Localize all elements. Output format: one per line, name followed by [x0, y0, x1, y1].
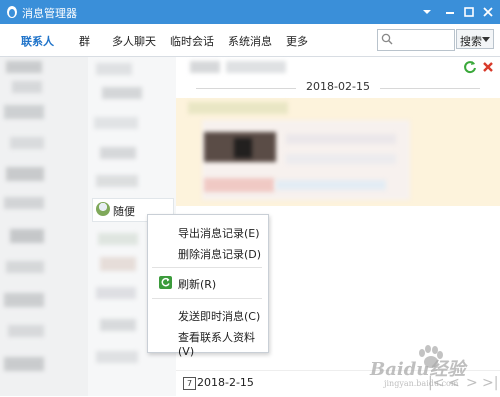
list-item[interactable] [4, 197, 44, 209]
search-box[interactable] [377, 29, 455, 51]
baidu-watermark: Baidu经验 jingyan.baidu.com [370, 345, 495, 391]
list-item[interactable] [6, 167, 44, 181]
list-item[interactable] [4, 293, 44, 307]
message-text-blur [204, 178, 274, 192]
search-button[interactable]: 搜索 [456, 29, 494, 49]
tab-more[interactable]: 更多 [286, 33, 308, 49]
list-item[interactable] [100, 257, 136, 271]
watermark-subtext: jingyan.baidu.com [384, 379, 459, 388]
image-thumb-blur [234, 138, 252, 158]
contact-header-blur [190, 61, 220, 73]
list-item[interactable] [96, 175, 138, 187]
qq-penguin-icon [7, 6, 17, 18]
tab-system-messages[interactable]: 系统消息 [228, 33, 272, 49]
message-content [176, 98, 500, 206]
list-item[interactable] [12, 81, 42, 93]
chevron-down-icon [482, 37, 490, 42]
footer-date: 2018-2-15 [197, 376, 254, 389]
message-text-blur [276, 180, 386, 190]
list-item[interactable] [98, 233, 138, 245]
contact-group-list[interactable] [0, 57, 88, 396]
tab-temp-session[interactable]: 临时会话 [170, 33, 214, 49]
list-item[interactable] [10, 137, 44, 149]
list-item[interactable] [4, 105, 44, 119]
menu-item-refresh[interactable]: 刷新(R) [178, 276, 216, 292]
search-icon [381, 33, 393, 45]
list-item[interactable] [96, 351, 138, 363]
list-item[interactable] [94, 117, 138, 129]
delete-x-icon[interactable] [481, 60, 495, 74]
list-item[interactable] [6, 261, 44, 273]
menu-item-send-message[interactable]: 发送即时消息(C) [178, 308, 260, 324]
list-item[interactable] [102, 87, 142, 99]
date-separator-text: 2018-02-15 [306, 80, 370, 93]
list-item[interactable] [100, 319, 136, 331]
list-item[interactable] [96, 287, 136, 299]
title-bar: 消息管理器 [0, 0, 500, 24]
list-item[interactable] [96, 63, 132, 75]
list-item[interactable] [6, 61, 42, 73]
close-icon[interactable] [479, 3, 497, 21]
message-sender-blur [188, 102, 288, 114]
list-item[interactable] [4, 357, 44, 371]
menu-item-view-profile[interactable]: 查看联系人资料(V) [178, 329, 268, 358]
avatar [96, 202, 110, 216]
calendar-icon[interactable]: 7 [183, 377, 196, 390]
tab-multi-chat[interactable]: 多人聊天 [112, 33, 156, 49]
dropdown-icon[interactable] [418, 3, 436, 21]
tab-contacts[interactable]: 联系人 [21, 33, 54, 49]
menu-divider [152, 267, 262, 268]
maximize-icon[interactable] [460, 3, 478, 21]
context-menu: 导出消息记录(E) 删除消息记录(D) 刷新(R) 发送即时消息(C) 查看联系… [147, 214, 269, 358]
list-item[interactable] [10, 229, 44, 243]
message-text-blur [286, 134, 396, 144]
search-button-label: 搜索 [460, 35, 482, 48]
date-separator: 2018-02-15 [176, 80, 500, 96]
menu-divider [152, 298, 262, 299]
refresh-icon [159, 276, 172, 289]
contact-header-blur [226, 61, 286, 73]
search-input[interactable] [396, 31, 450, 47]
menu-item-export[interactable]: 导出消息记录(E) [178, 225, 260, 241]
minimize-icon[interactable] [441, 3, 459, 21]
message-text-blur [286, 154, 396, 164]
list-item[interactable] [100, 147, 136, 159]
refresh-arrow-icon[interactable] [463, 60, 477, 74]
contact-name: 随便 [113, 205, 135, 218]
list-item[interactable] [8, 325, 44, 337]
watermark-text: Baidu经验 [370, 359, 466, 380]
tab-groups[interactable]: 群 [79, 33, 90, 49]
menu-item-delete[interactable]: 删除消息记录(D) [178, 246, 261, 262]
toolbar: 联系人 群 多人聊天 临时会话 系统消息 更多 搜索 [0, 24, 500, 57]
window-title: 消息管理器 [22, 7, 77, 20]
